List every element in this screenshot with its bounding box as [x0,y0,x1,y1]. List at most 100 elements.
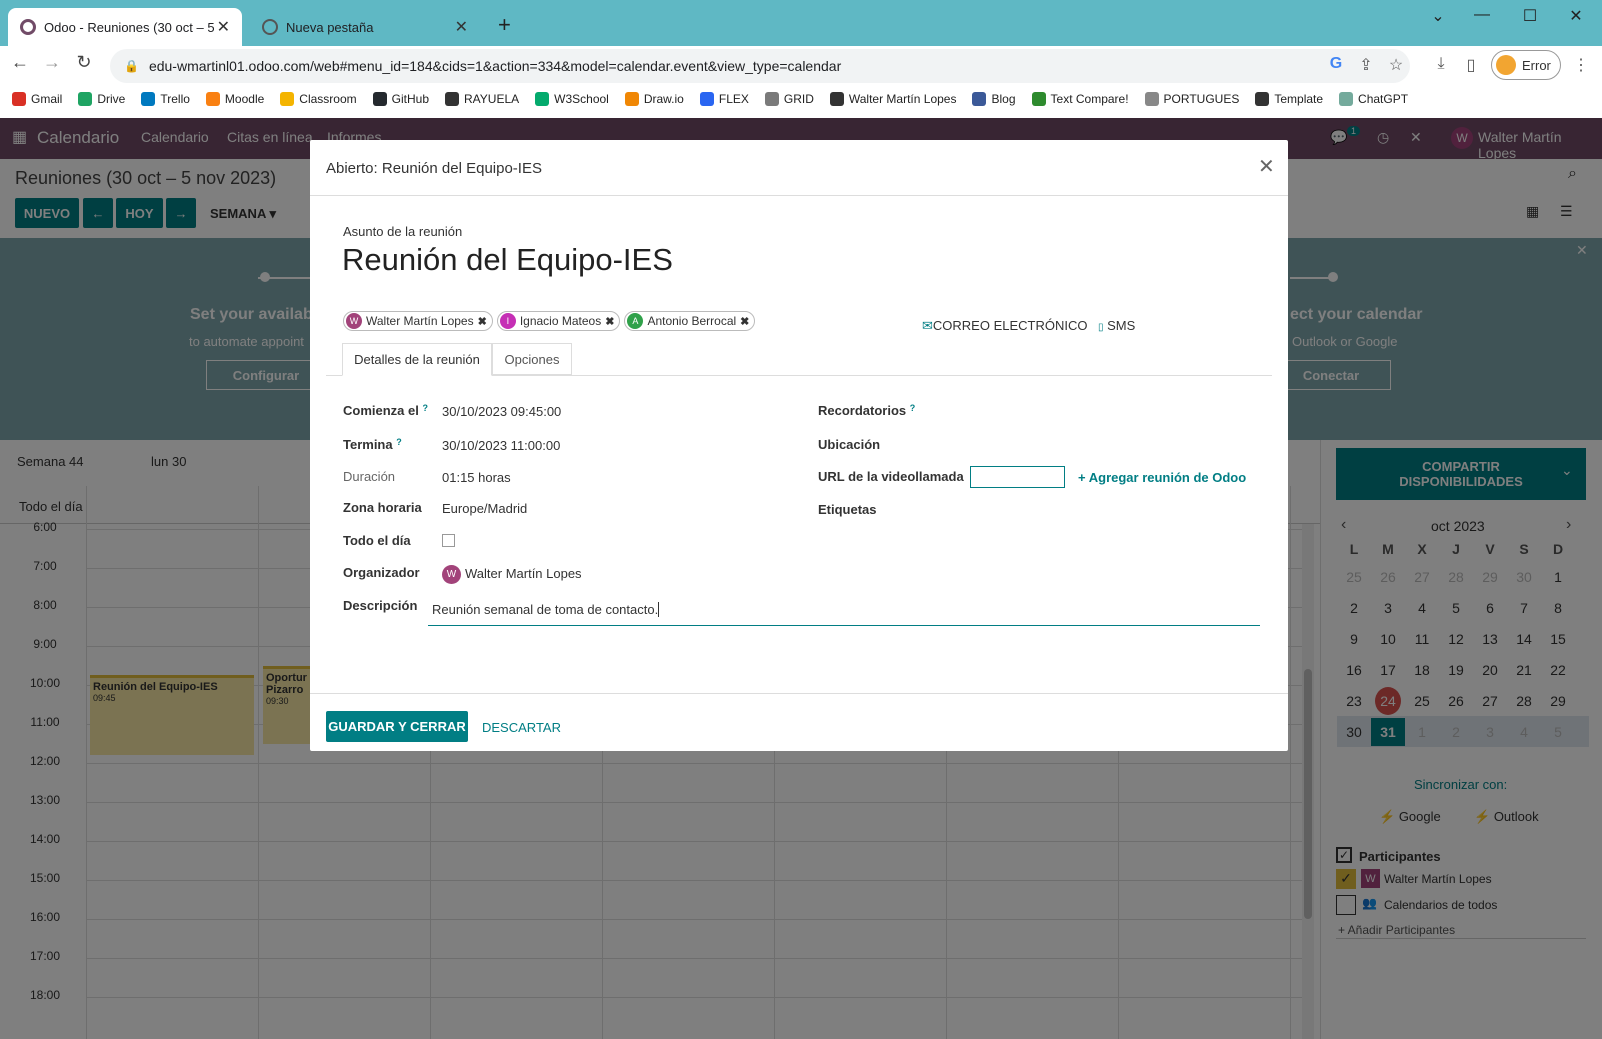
text-cursor [658,602,663,617]
bookmark-icon [699,92,714,106]
bookmark-item[interactable]: Text Compare! [1031,92,1129,106]
help-icon[interactable]: ? [422,403,428,413]
profile-error-button[interactable]: Error [1491,50,1561,80]
allday-checkbox[interactable] [442,534,455,547]
attendee-tag: I Ignacio Mateos ✖ [496,311,621,331]
add-odoo-meeting-link[interactable]: + Agregar reunión de Odoo [1078,470,1246,485]
bookmark-item[interactable]: RAYUELA [445,92,519,106]
share-icon[interactable]: ⇪ [1355,55,1377,75]
bookmark-item[interactable]: Drive [78,92,125,106]
sms-label: SMS [1107,318,1136,333]
subject-input[interactable]: Reunión del Equipo-IES [342,242,673,278]
bookmark-item[interactable]: Template [1255,92,1323,106]
email-button[interactable]: ✉CORREO ELECTRÓNICO [922,318,1087,334]
avatar: W [442,565,461,584]
bookmark-item[interactable]: FLEX [699,92,749,106]
url-input[interactable]: 🔒 edu-wmartinl01.odoo.com/web#menu_id=18… [110,49,1410,83]
starts-field[interactable]: 30/10/2023 09:45:00 [442,404,561,419]
ends-field[interactable]: 30/10/2023 11:00:00 [442,438,560,453]
lock-icon: 🔒 [124,59,139,73]
new-tab-button[interactable]: + [498,12,511,38]
attendee-tag: A Antonio Berrocal ✖ [624,311,756,331]
videocall-url-input[interactable] [970,466,1065,488]
attendees-field[interactable]: W Walter Martín Lopes ✖ I Ignacio Mateos… [343,311,756,331]
bookmark-label: Drive [97,92,126,106]
odoo-favicon-icon [20,19,36,35]
bookmark-item[interactable]: Blog [972,92,1016,106]
bookmark-icon [535,92,550,106]
bookmark-item[interactable]: GRID [764,92,814,106]
bookmark-icon [78,92,93,106]
discard-button[interactable]: DESCARTAR [482,720,561,735]
minimize-icon[interactable]: — [1462,6,1502,24]
bookmark-icon [1339,92,1354,106]
help-icon[interactable]: ? [910,403,916,413]
bookmark-item[interactable]: Walter Martín Lopes [829,92,956,106]
event-dialog: Abierto: Reunión del Equipo-IES ✕ Asunto… [310,140,1288,751]
google-icon[interactable]: G [1325,55,1347,73]
menu-kebab-icon[interactable]: ⋮ [1570,55,1592,75]
tab-details[interactable]: Detalles de la reunión [342,343,492,376]
download-icon[interactable]: ⤓ [1430,55,1452,73]
bookmark-label: Moodle [224,92,265,106]
reload-icon[interactable]: ↻ [72,52,96,73]
remove-tag-icon[interactable]: ✖ [478,315,487,328]
bookmark-item[interactable]: ChatGPT [1339,92,1408,106]
close-tab-icon[interactable]: ✕ [217,17,230,37]
bookmark-icon [764,92,779,106]
browser-tab-new[interactable]: Nueva pestaña ✕ [250,8,480,46]
bookmark-item[interactable]: Draw.io [624,92,684,106]
sms-button[interactable]: ▯ SMS [1098,318,1135,333]
save-close-button[interactable]: GUARDAR Y CERRAR [326,711,468,742]
bookmark-item[interactable]: Trello [141,92,190,106]
browser-tab-odoo[interactable]: Odoo - Reuniones (30 oct – 5 nc ✕ [8,8,242,46]
location-field[interactable] [950,430,1250,454]
bookmark-label: GRID [783,92,814,106]
back-icon[interactable]: ← [8,52,32,73]
bookmark-icon [12,92,26,106]
bookmark-icon [1031,92,1046,106]
tags-label: Etiquetas [818,502,877,517]
bookmark-label: PORTUGUES [1163,92,1240,106]
videocall-label: URL de la videollamada [818,469,964,484]
divider [310,693,1288,694]
duration-field[interactable]: 01:15 horas [442,470,511,485]
url-text: edu-wmartinl01.odoo.com/web#menu_id=184&… [148,58,842,74]
organizer-label: Organizador [343,565,420,580]
description-text: Reunión semanal de toma de contacto. [432,602,659,617]
side-panel-icon[interactable]: ▯ [1460,55,1482,75]
bookmark-item[interactable]: GitHub [372,92,429,106]
bookmark-label: FLEX [718,92,749,106]
close-icon[interactable]: ✕ [1258,154,1275,179]
close-window-icon[interactable]: ✕ [1556,6,1596,26]
help-icon[interactable]: ? [396,437,402,447]
bookmark-item[interactable]: Gmail [12,92,62,106]
reminders-field[interactable] [950,396,1250,420]
starts-label: Comienza el ? [343,403,428,418]
bookmark-item[interactable]: PORTUGUES [1144,92,1240,106]
tab-options[interactable]: Opciones [492,343,572,375]
reminders-label: Recordatorios ? [818,403,916,418]
bookmark-item[interactable]: W3School [535,92,609,106]
remove-tag-icon[interactable]: ✖ [740,315,749,328]
tags-field[interactable] [950,495,1250,519]
subject-label: Asunto de la reunión [343,224,463,239]
bookmark-item[interactable]: Classroom [280,92,357,106]
avatar: I [499,313,516,329]
tab-search-icon[interactable]: ⌄ [1418,6,1458,26]
envelope-icon: ✉ [922,318,933,333]
bookmark-icon [972,92,987,106]
organizer-field[interactable]: Walter Martín Lopes [465,566,582,581]
bookmark-star-icon[interactable]: ☆ [1385,55,1407,75]
forward-icon[interactable]: → [40,52,64,73]
description-editor[interactable]: Reunión semanal de toma de contacto. [428,590,1260,626]
remove-tag-icon[interactable]: ✖ [605,315,614,328]
duration-label: Duración [343,469,396,484]
bookmark-label: Trello [160,92,190,106]
close-tab-icon[interactable]: ✕ [455,17,468,37]
bookmark-icon [1255,92,1270,106]
bookmark-label: Text Compare! [1050,92,1129,106]
bookmark-item[interactable]: Moodle [205,92,265,106]
timezone-select[interactable]: Europe/Madrid [442,501,527,516]
maximize-icon[interactable]: ☐ [1510,6,1550,26]
